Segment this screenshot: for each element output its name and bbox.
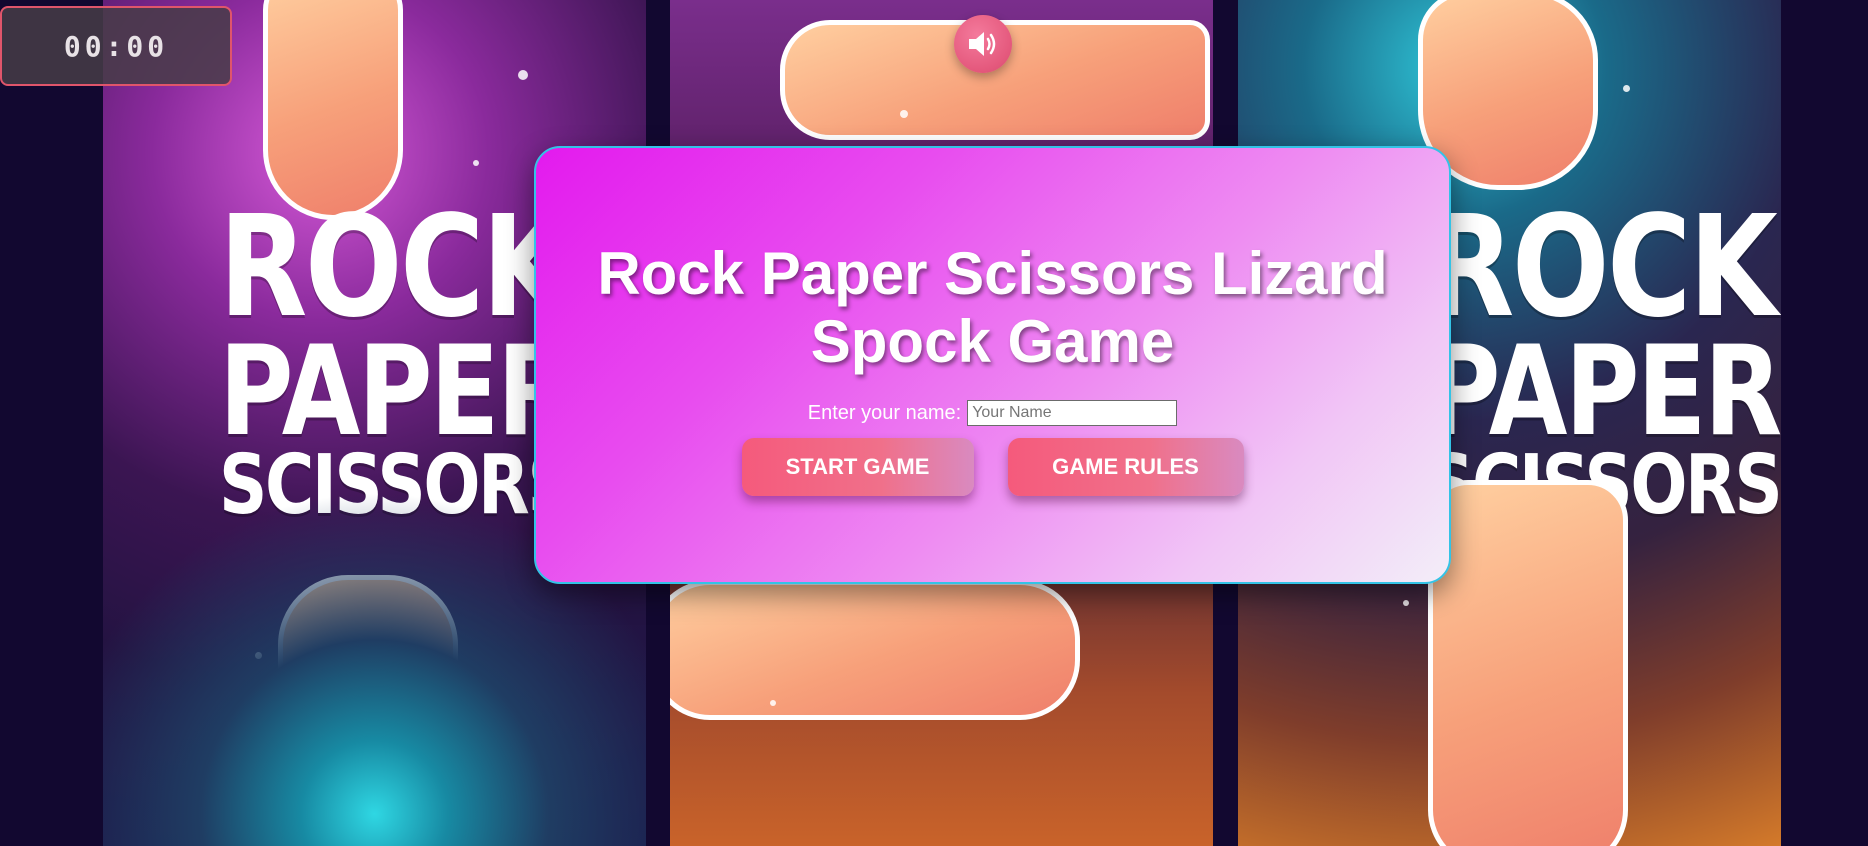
name-label: Enter your name: [807,401,962,424]
game-title: Rock Paper Scissors Lizard Spock Game [597,240,1388,375]
modal-buttons: START GAME GAME RULES [536,438,1449,496]
sound-toggle-button[interactable] [954,15,1012,73]
game-stage: ROCK PAPER SCISSORS ROCK PAPER SCISSORS … [0,0,1868,846]
spock-hand-illustration [1428,480,1628,846]
timer-display: 00:00 [63,29,169,63]
background-word-paper: PAPER [1426,320,1781,464]
sparkle [473,160,479,166]
start-modal: Rock Paper Scissors Lizard Spock Game En… [534,146,1451,584]
game-rules-button[interactable]: GAME RULES [1007,438,1244,496]
background-word-paper: PAPER [219,320,575,464]
name-input[interactable] [967,400,1178,426]
background-word-rock: ROCK [219,186,571,349]
sparkle [1623,85,1630,92]
sparkle [770,700,776,706]
background-word-scissors: SCISSORS [219,438,576,533]
scissors-hand-illustration [670,580,1080,720]
speaker-icon [969,32,996,56]
rock-fist-illustration [278,575,458,846]
sparkle [518,70,528,80]
game-timer: 00:00 [0,6,232,86]
background-word-rock: ROCK [1426,186,1778,349]
sparkle [255,652,262,659]
name-entry-row: Enter your name: [536,400,1449,426]
start-game-button[interactable]: START GAME [741,438,974,496]
sparkle [1403,600,1409,606]
sparkle [900,110,908,118]
